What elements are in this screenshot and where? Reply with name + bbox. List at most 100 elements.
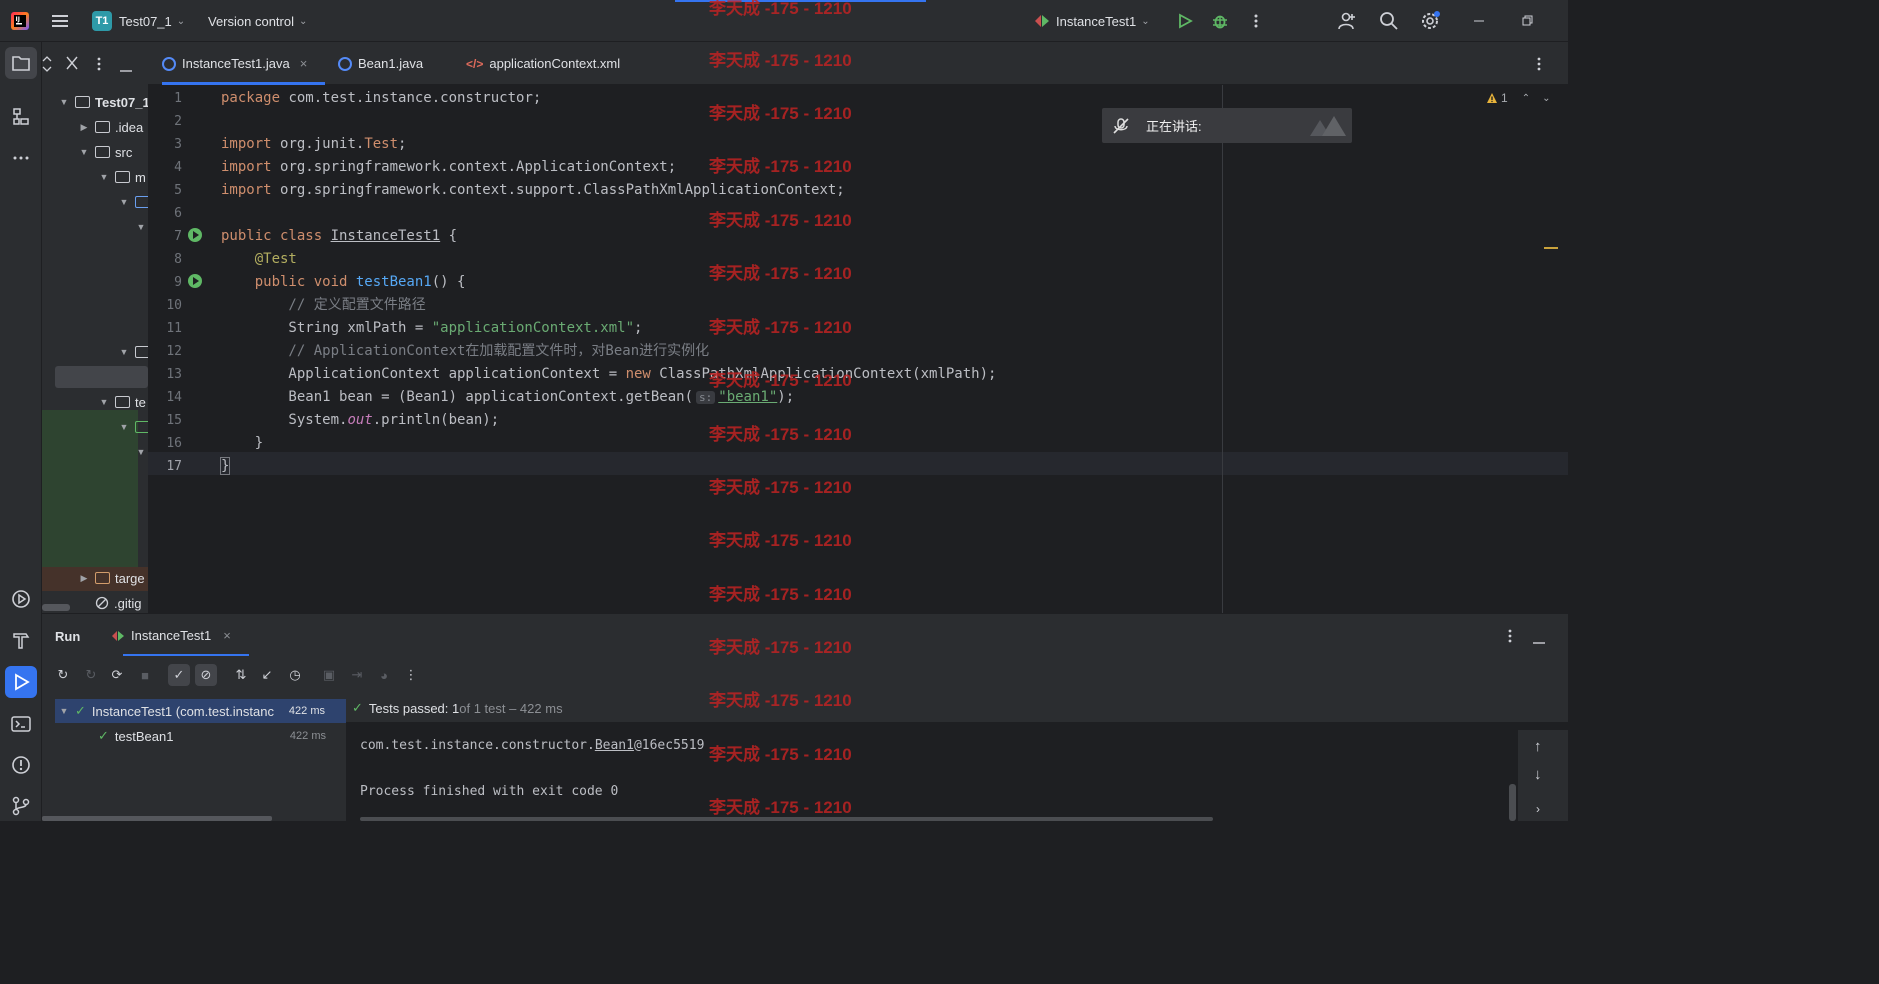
close-icon[interactable]: ×	[300, 56, 308, 71]
tree-item-java[interactable]: ▼	[117, 190, 148, 214]
code-line-15: System.out.println(bean);	[221, 412, 500, 428]
problems-tool-button[interactable]	[5, 749, 37, 781]
run-config-selector[interactable]: InstanceTest1 ⌄	[1033, 0, 1150, 42]
rerun-failed-icon[interactable]: ↻	[80, 664, 102, 686]
restore-button[interactable]	[1516, 9, 1540, 33]
coverage-icon[interactable]: ◕	[373, 664, 395, 686]
tests-summary: of 1 test – 422 ms	[459, 700, 563, 716]
run-test-gutter-icon[interactable]	[188, 228, 202, 242]
code-editor[interactable]: 1 2 3 4 5 6 7 8 9 10 11 12 13 14 15 16 1…	[148, 85, 1568, 613]
more-actions-button[interactable]	[1244, 9, 1268, 33]
vertical-scrollbar[interactable]	[1509, 784, 1516, 821]
test-suite-row[interactable]: ▼ ✓ InstanceTest1 (com.test.instanc 422 …	[57, 699, 332, 723]
chevron-right-icon[interactable]: ›	[1536, 802, 1540, 816]
tab-bean1[interactable]: Bean1.java	[338, 42, 423, 85]
structure-tool-button[interactable]	[5, 101, 37, 133]
horizontal-scrollbar[interactable]	[42, 604, 70, 611]
vcs-menu[interactable]: Version control ⌄	[208, 0, 307, 42]
main-menu-button[interactable]	[50, 0, 70, 42]
passed-icon: ✓	[75, 703, 86, 718]
show-passed-icon[interactable]: ✓	[168, 664, 190, 686]
more-vertical-icon[interactable]	[1507, 628, 1513, 647]
import-icon[interactable]: ⇥	[346, 664, 368, 686]
more-vertical-icon[interactable]	[96, 56, 102, 75]
tree-item-idea[interactable]: ▶ .idea	[77, 115, 144, 139]
test-duration: 422 ms	[289, 730, 326, 742]
tree-item-root[interactable]: ▼ Test07_1	[57, 90, 148, 114]
play-icon	[15, 673, 30, 691]
close-icon[interactable]: ×	[223, 628, 231, 643]
tab-label: applicationContext.xml	[489, 56, 621, 71]
code-line-9: public void testBean1() {	[221, 274, 466, 290]
tree-item-target[interactable]: ▶ targe	[77, 566, 145, 590]
tree-item-src[interactable]: ▼ src	[77, 140, 133, 164]
chevron-down-icon: ▼	[59, 97, 69, 107]
tree-item-test[interactable]: ▼ te	[97, 390, 146, 414]
gear-icon	[1422, 11, 1440, 29]
test-case-row[interactable]: ✓ testBean1 422 ms	[98, 724, 332, 748]
chevron-down-icon[interactable]: ⌄	[1542, 93, 1550, 104]
project-tool-button[interactable]	[5, 47, 37, 79]
search-button[interactable]	[1377, 9, 1401, 33]
tree-item-test-java[interactable]: ▼	[117, 415, 148, 439]
minimize-button[interactable]	[1467, 9, 1491, 33]
run-toolbar: ↻ ↻ ⟳ ■ ✓ ⊘ ⇅ ↙ ◷ ▣ ⇥ ◕ ⋮	[42, 656, 1568, 694]
more-vertical-icon[interactable]: ⋮	[400, 664, 422, 686]
inspection-widget[interactable]: 1 ⌃ ⌄	[1486, 91, 1550, 105]
debug-button[interactable]	[1208, 9, 1232, 33]
hide-panel-icon[interactable]	[119, 62, 133, 77]
code-line-1: package com.test.instance.constructor;	[221, 90, 542, 106]
more-tools-button[interactable]	[5, 142, 37, 174]
horizontal-scrollbar[interactable]	[42, 816, 272, 821]
run-test-gutter-icon[interactable]	[188, 274, 202, 288]
collapse-all-icon[interactable]	[66, 56, 78, 73]
code-with-me-button[interactable]	[1335, 9, 1359, 33]
console-link[interactable]: Bean1	[595, 738, 634, 753]
toggle-auto-test-icon[interactable]: ⟳	[106, 664, 128, 686]
git-tool-button[interactable]	[5, 790, 37, 822]
run-tab[interactable]: InstanceTest1 ×	[107, 614, 249, 657]
run-button[interactable]	[1173, 9, 1197, 33]
horizontal-scrollbar[interactable]	[360, 817, 1213, 821]
wave-graphic-icon	[1310, 116, 1346, 136]
selected-tree-row[interactable]	[55, 366, 148, 388]
project-switcher[interactable]: T1 Test07_1 ⌄	[92, 0, 185, 42]
camera-icon[interactable]: ▣	[318, 664, 340, 686]
history-icon[interactable]: ◷	[284, 664, 306, 686]
services-tool-button[interactable]	[5, 583, 37, 615]
sort-icon[interactable]: ⇅	[230, 664, 252, 686]
tree-item-test-package[interactable]: ▼	[134, 440, 148, 464]
tab-label: Bean1.java	[358, 56, 424, 71]
tree-item-gitignore[interactable]: .gitig	[95, 591, 141, 613]
app-logo[interactable]: IJ	[10, 0, 30, 42]
line-number: 3	[174, 137, 182, 152]
terminal-tool-button[interactable]	[5, 708, 37, 740]
build-tool-button[interactable]	[5, 624, 37, 656]
tree-item-resources[interactable]: ▼	[117, 340, 148, 364]
stop-icon[interactable]: ■	[134, 664, 156, 686]
settings-button[interactable]	[1419, 9, 1443, 33]
tab-instancetest1[interactable]: InstanceTest1.java ×	[162, 42, 325, 85]
line-number: 17	[166, 459, 182, 474]
code-line-3: import org.junit.Test;	[221, 136, 407, 152]
rerun-icon[interactable]: ↻	[52, 664, 74, 686]
tab-applicationcontext[interactable]: </> applicationContext.xml	[466, 42, 620, 85]
more-vertical-icon[interactable]	[1536, 56, 1542, 75]
hide-panel-icon[interactable]	[1532, 634, 1546, 649]
vcs-label: Version control	[208, 13, 294, 29]
tree-item-main[interactable]: ▼ m	[97, 165, 146, 189]
scroll-up-icon[interactable]: ↑	[1534, 738, 1542, 755]
chevron-up-icon[interactable]: ⌃	[1522, 93, 1530, 104]
folder-icon	[95, 572, 110, 584]
chevron-down-icon: ▼	[119, 422, 129, 432]
collapse-icon[interactable]: ↙	[256, 664, 278, 686]
warning-stripe-marker[interactable]	[1544, 247, 1558, 249]
line-number: 5	[174, 183, 182, 198]
tree-item-package[interactable]: ▼	[134, 215, 148, 239]
run-tool-button[interactable]	[5, 666, 37, 698]
scroll-down-icon[interactable]: ↓	[1534, 766, 1542, 783]
console-output[interactable]: ✓ Tests passed: 1 of 1 test – 422 ms com…	[346, 694, 1568, 821]
chevron-down-icon: ▼	[136, 447, 146, 457]
expand-collapse-icon[interactable]	[42, 56, 52, 75]
show-ignored-icon[interactable]: ⊘	[195, 664, 217, 686]
